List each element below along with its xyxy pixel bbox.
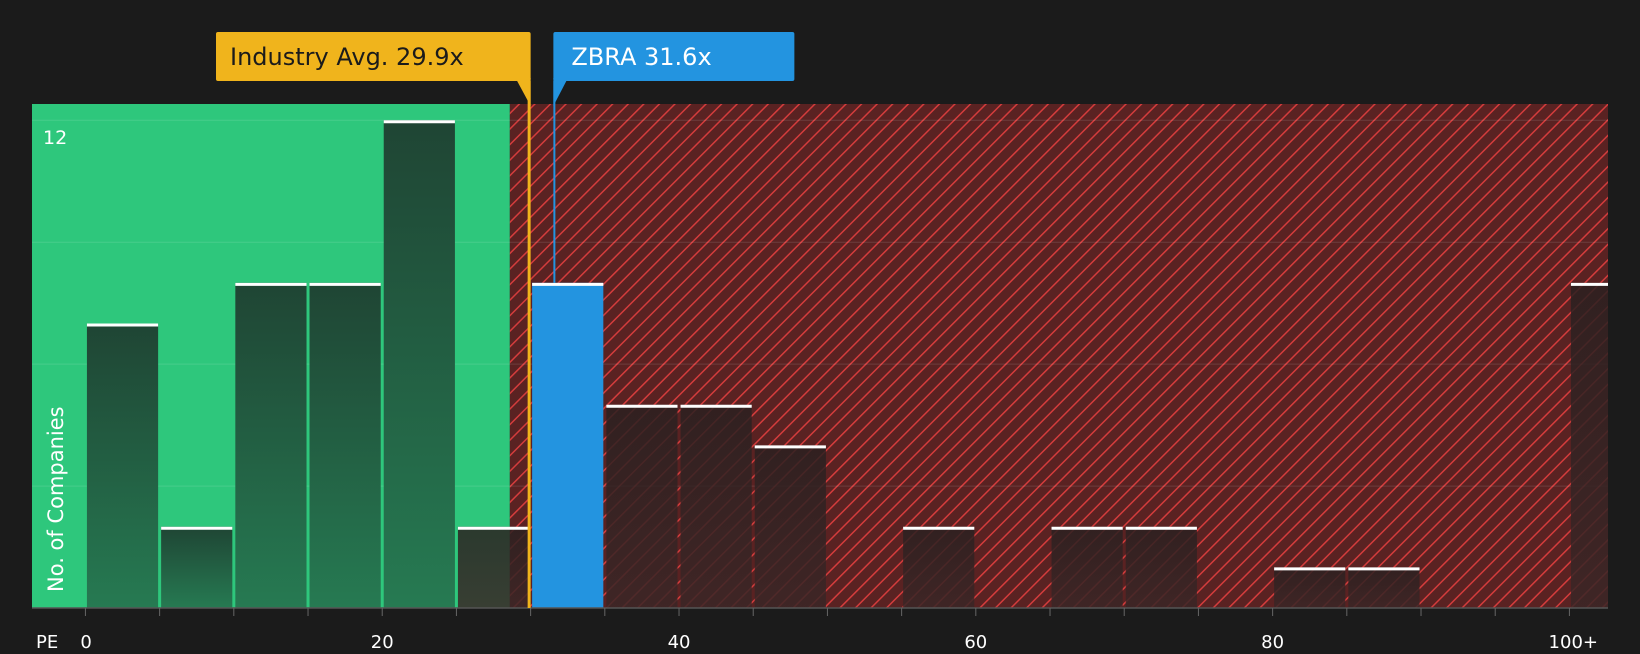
histogram-bar	[86, 323, 159, 608]
histogram-bar	[1570, 282, 1608, 608]
x-axis: 0 20 40 60 80 100+	[32, 607, 1608, 653]
histogram-bar	[903, 526, 975, 608]
histogram-bar	[680, 404, 752, 608]
histogram-bar	[161, 526, 233, 608]
y-tick-label: 12	[43, 127, 67, 149]
industry-avg-label: Industry Avg. 29.9x	[230, 43, 464, 71]
x-tick-label: 20	[371, 632, 394, 650]
histogram-bar	[1274, 567, 1346, 608]
x-axis-label: PE	[36, 632, 58, 650]
histogram-bar	[309, 282, 381, 608]
highlighted-bar	[532, 282, 604, 608]
x-tick-label: 80	[1261, 632, 1284, 650]
histogram-bar	[235, 282, 307, 608]
x-tick-label: 60	[964, 632, 987, 650]
x-tick-label: 100+	[1549, 632, 1598, 650]
x-tick-label: 40	[668, 632, 691, 650]
histogram-bar	[383, 120, 455, 609]
company-label: ZBRA 31.6x	[571, 43, 711, 71]
histogram-bar	[1125, 526, 1197, 608]
histogram-bar	[1051, 526, 1123, 608]
chart-svg: 0 20 40 60 80 100+ Industry Avg. 29.9x ZBRA 31…	[32, 32, 1608, 653]
pe-distribution-chart: 0 20 40 60 80 100+ Industry Avg. 29.9x ZBRA 31…	[0, 0, 1640, 653]
histogram-bar	[1348, 567, 1420, 608]
histogram-bar	[457, 526, 530, 608]
y-axis-label: No. of Companies	[44, 406, 68, 592]
histogram-bar	[606, 404, 678, 608]
histogram-bar	[754, 445, 826, 608]
x-tick-label: 0	[80, 632, 91, 650]
